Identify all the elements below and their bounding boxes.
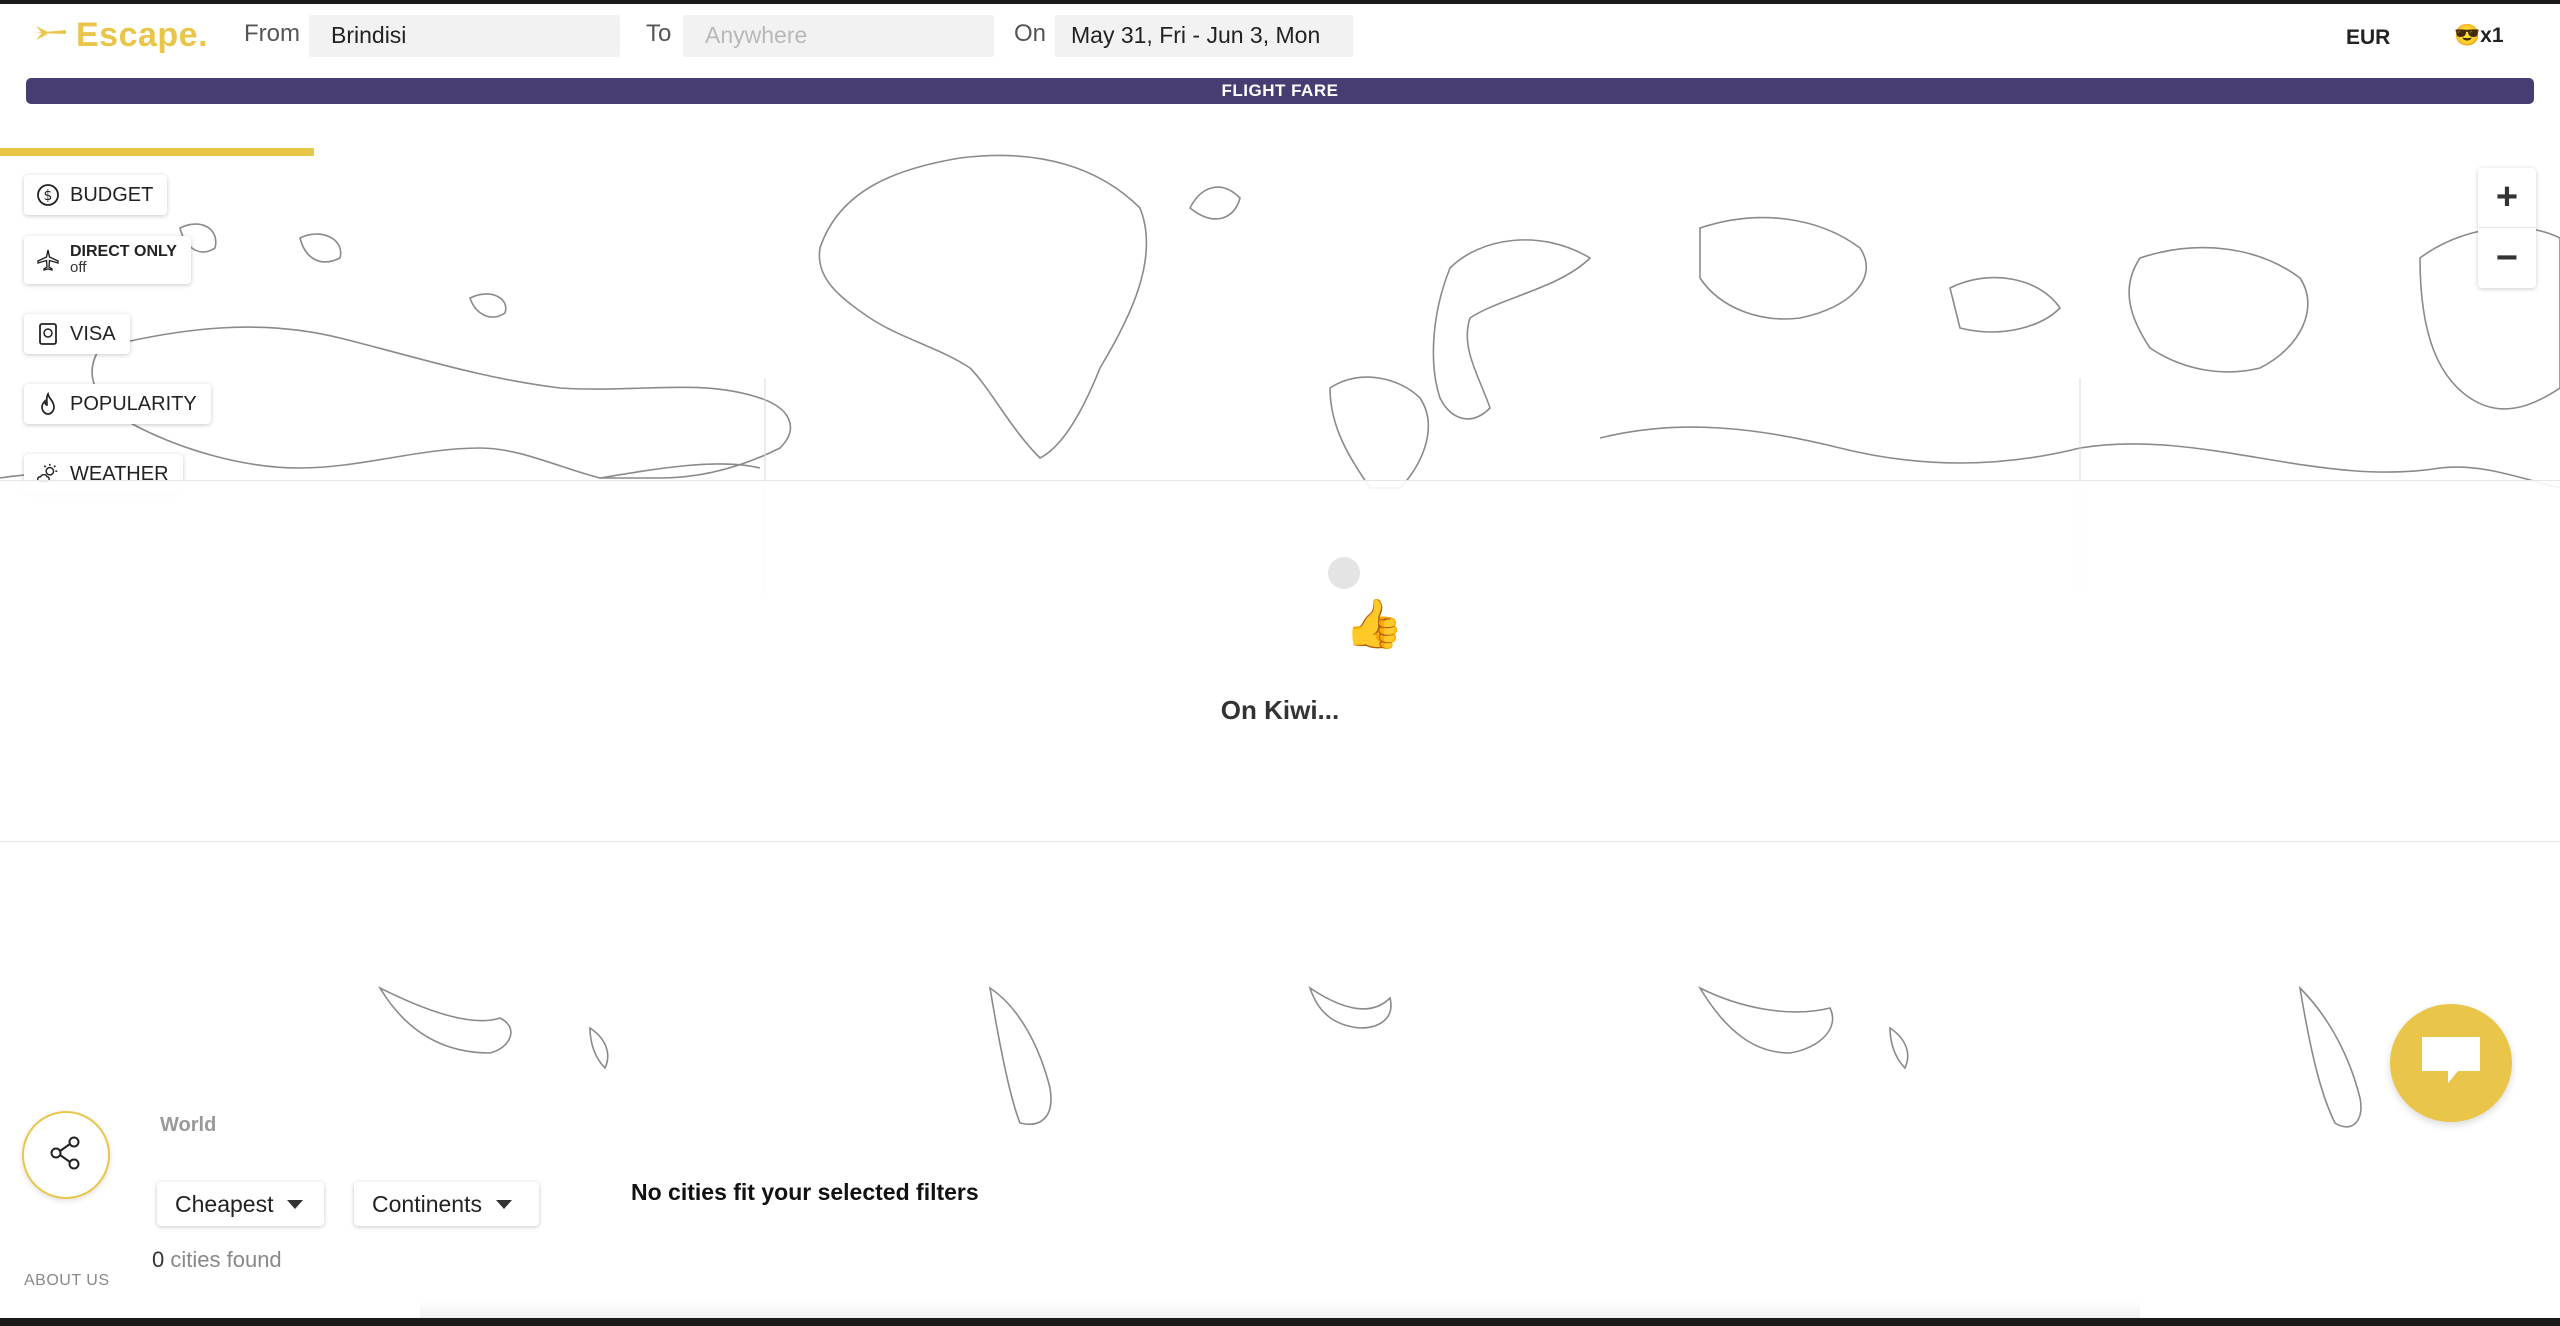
budget-label: BUDGET [70, 183, 154, 206]
direct-only-title: DIRECT ONLY [70, 243, 177, 260]
top-edge [0, 0, 2560, 4]
share-button[interactable] [22, 1111, 110, 1199]
empty-results-message: No cities fit your selected filters [631, 1179, 979, 1205]
brand-name: Escape. [76, 15, 209, 54]
caret-down-icon [495, 1199, 512, 1209]
flight-fare-bar: FLIGHT FARE [26, 78, 2534, 104]
currency-selector[interactable]: EUR [2346, 26, 2390, 50]
dollar-icon: $ [36, 183, 60, 207]
visa-filter-button[interactable]: VISA [24, 314, 130, 354]
zoom-in-button[interactable]: + [2478, 168, 2536, 228]
popularity-label: POPULARITY [70, 392, 197, 415]
from-label: From [244, 20, 300, 47]
cities-found-label: cities found [170, 1247, 282, 1272]
top-bar: Escape. From Brindisi To Anywhere On May… [0, 0, 2560, 148]
passport-icon [36, 322, 60, 346]
zoom-out-button[interactable]: − [2478, 228, 2536, 288]
sort-dropdown[interactable]: Cheapest [157, 1182, 324, 1226]
direct-only-toggle[interactable]: DIRECT ONLY off [24, 236, 191, 284]
loading-progress-bar [0, 148, 314, 156]
zoom-control: + − [2478, 168, 2536, 288]
region-label: World [160, 1114, 217, 1136]
to-input[interactable]: Anywhere [683, 15, 994, 57]
dates-input[interactable]: May 31, Fri - Jun 3, Mon [1055, 15, 1353, 57]
loading-overlay: 👍 On Kiwi... [0, 480, 2560, 842]
thumbs-up-icon: 👍 [1344, 598, 1404, 651]
chat-bubble-icon [2418, 1033, 2484, 1094]
visa-label: VISA [70, 322, 116, 345]
travellers-selector[interactable]: 😎x1 [2454, 24, 2504, 48]
about-us-link[interactable]: ABOUT US [24, 1272, 110, 1290]
caret-down-icon [287, 1199, 304, 1209]
group-dropdown[interactable]: Continents [354, 1182, 539, 1226]
chat-button[interactable] [2390, 1004, 2512, 1122]
cities-count: 0 [152, 1247, 165, 1272]
group-value: Continents [372, 1190, 482, 1217]
plane-icon [36, 248, 60, 272]
on-label: On [1014, 20, 1047, 47]
logo[interactable]: Escape. [32, 12, 208, 58]
flame-icon [36, 392, 60, 416]
sort-value: Cheapest [175, 1190, 274, 1217]
direct-only-state: off [70, 259, 87, 276]
svg-text:$: $ [44, 188, 53, 204]
from-input[interactable]: Brindisi [309, 15, 620, 57]
plane-logo-icon [32, 22, 68, 49]
loading-text: On Kiwi... [1220, 695, 1340, 725]
to-label: To [646, 20, 672, 47]
bottom-edge [0, 1318, 2560, 1326]
popularity-filter-button[interactable]: POPULARITY [24, 384, 211, 424]
share-icon [46, 1133, 86, 1178]
budget-filter-button[interactable]: $ BUDGET [24, 175, 168, 215]
cities-found: 0 cities found [152, 1247, 282, 1273]
loading-dot [1328, 557, 1360, 589]
